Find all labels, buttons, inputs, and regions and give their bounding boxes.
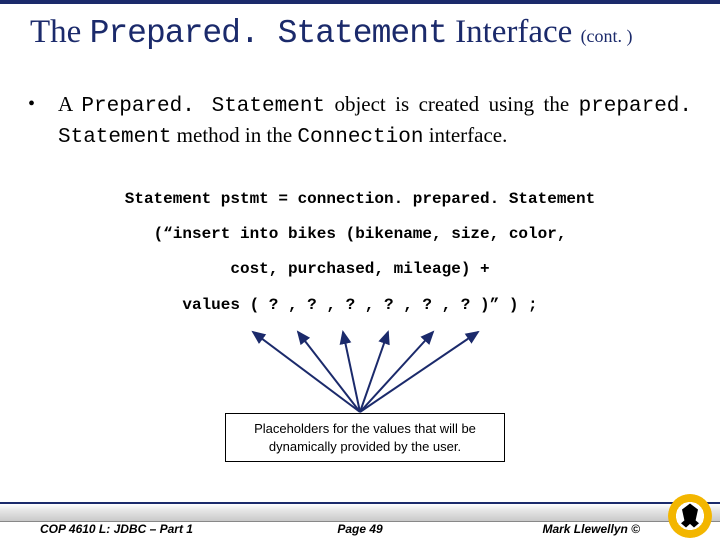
bullet-text: A Prepared. Statement object is created …: [58, 90, 692, 152]
bullet-mark: •: [28, 90, 58, 152]
top-rule: [0, 0, 720, 4]
slide-title: The Prepared. Statement Interface (cont.…: [30, 14, 710, 52]
mono: Connection: [297, 126, 423, 149]
ucf-logo-icon: [668, 494, 712, 538]
txt: interface.: [423, 123, 507, 147]
code-line-2: (“insert into bikes (bikename, size, col…: [28, 217, 692, 252]
code-block: Statement pstmt = connection. prepared. …: [28, 182, 692, 323]
code-line-4: values ( ? , ? , ? , ? , ? , ? )” ) ;: [28, 288, 692, 323]
txt: A: [58, 92, 81, 116]
txt: object is created using the: [325, 92, 579, 116]
footer-right: Mark Llewellyn ©: [542, 522, 640, 536]
footer: COP 4610 L: JDBC – Part 1 Page 49 Mark L…: [0, 494, 720, 540]
code-line-1: Statement pstmt = connection. prepared. …: [28, 182, 692, 217]
content-area: • A Prepared. Statement object is create…: [28, 90, 692, 323]
bullet-item: • A Prepared. Statement object is create…: [28, 90, 692, 152]
title-cont: (cont. ): [581, 26, 633, 46]
code-line-3: cost, purchased, mileage) +: [28, 252, 692, 287]
callout-text: Placeholders for the values that will be…: [254, 421, 476, 454]
callout-box: Placeholders for the values that will be…: [225, 413, 505, 462]
mono: Prepared. Statement: [81, 95, 325, 118]
title-post: Interface: [447, 14, 581, 50]
title-mono: Prepared. Statement: [90, 15, 447, 52]
title-pre: The: [30, 14, 90, 50]
footer-bar: [0, 502, 720, 522]
txt: method in the: [171, 123, 297, 147]
